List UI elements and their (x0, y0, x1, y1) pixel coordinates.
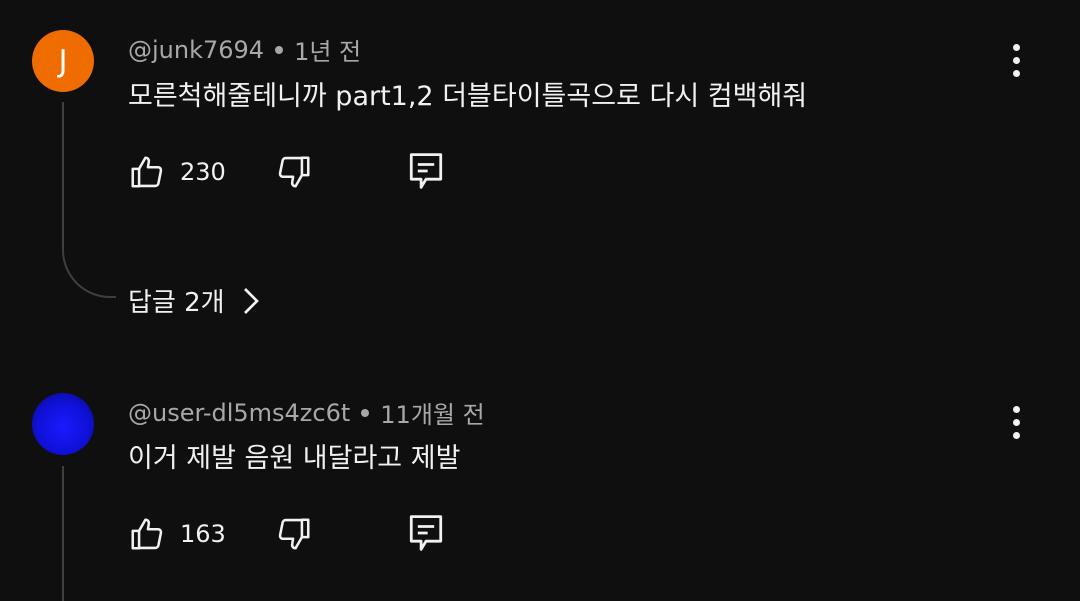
separator-dot (275, 45, 284, 54)
view-replies-link[interactable]: 답글 2개 (128, 282, 261, 319)
comment-author[interactable]: @junk7694 (128, 36, 264, 64)
like-count: 230 (180, 158, 226, 186)
avatar-letter: J (58, 43, 68, 79)
comment-text: 이거 제발 음원 내달라고 제발 (128, 443, 461, 474)
comment-meta: @user-dl5ms4zc6t 11개월 전 (128, 395, 485, 430)
dislike-button[interactable] (275, 153, 313, 191)
replies-count-label: 답글 2개 (128, 288, 225, 318)
more-vert-icon (1012, 43, 1020, 51)
thumbs-up-icon (131, 518, 163, 550)
reply-button[interactable] (408, 151, 444, 191)
like-button[interactable] (128, 515, 166, 553)
comment-timestamp[interactable]: 11개월 전 (380, 395, 484, 430)
comment-author[interactable]: @user-dl5ms4zc6t (128, 399, 350, 427)
reply-comment-icon (409, 153, 443, 189)
chevron-right-icon (243, 287, 259, 314)
like-count: 163 (180, 520, 226, 548)
comment-meta: @junk7694 1년 전 (128, 32, 361, 67)
thread-line (62, 102, 116, 298)
avatar[interactable]: J (32, 30, 94, 92)
comment-timestamp[interactable]: 1년 전 (294, 32, 361, 67)
thumbs-down-icon (278, 518, 310, 550)
thumbs-up-icon (131, 156, 163, 188)
reply-button[interactable] (408, 513, 444, 553)
reply-comment-icon (409, 515, 443, 551)
separator-dot (361, 408, 370, 417)
like-button[interactable] (128, 153, 166, 191)
thumbs-down-icon (278, 156, 310, 188)
dislike-button[interactable] (275, 515, 313, 553)
comments-section: J @junk7694 1년 전 모른척해줄테니까 part1,2 더블타이틀곡… (0, 0, 1080, 601)
thread-line (62, 466, 64, 601)
comment-more-button[interactable] (996, 34, 1036, 86)
avatar[interactable] (32, 393, 94, 455)
comment-more-button[interactable] (996, 396, 1036, 448)
more-vert-icon (1012, 405, 1020, 413)
comment-text: 모른척해줄테니까 part1,2 더블타이틀곡으로 다시 컴백해줘 (128, 81, 808, 112)
